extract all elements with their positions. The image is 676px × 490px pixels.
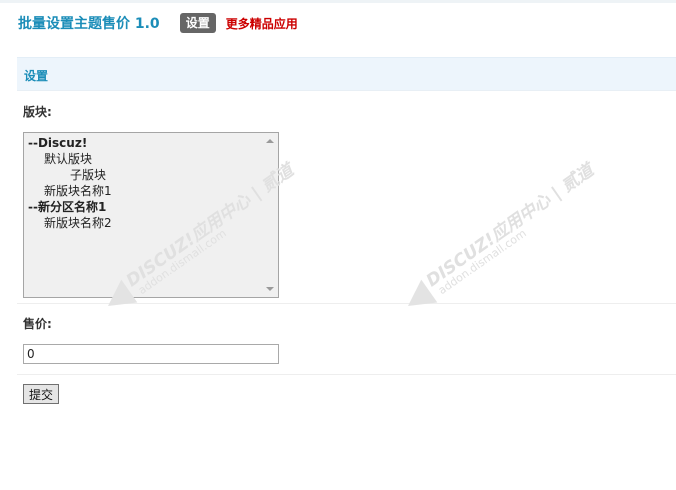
forum-select[interactable]: --Discuz! 默认版块 子版块 新版块名称1 --新分区名称1 新版块名称… [23, 132, 279, 298]
listbox-scrollbar[interactable] [262, 133, 278, 297]
watermark: DISCUZ!应用中心 | 贰道 addon.dismall.com [378, 143, 602, 337]
forum-option[interactable]: 默认版块 [24, 151, 262, 167]
forum-options: --Discuz! 默认版块 子版块 新版块名称1 --新分区名称1 新版块名称… [24, 135, 262, 231]
forum-option[interactable]: 子版块 [24, 167, 262, 183]
forum-option[interactable]: --新分区名称1 [24, 199, 262, 215]
divider [17, 374, 676, 375]
top-border [0, 0, 676, 3]
forum-option[interactable]: 新版块名称1 [24, 183, 262, 199]
scroll-down-arrow-icon[interactable] [266, 287, 274, 291]
price-label: 售价: [23, 317, 52, 331]
forum-option[interactable]: --Discuz! [24, 135, 262, 151]
app-title: 批量设置主题售价 1.0 [18, 16, 160, 32]
watermark-arrow-icon [399, 279, 438, 318]
header: 批量设置主题售价 1.0 设置 更多精品应用 [18, 12, 298, 34]
divider [17, 303, 676, 304]
tab-settings[interactable]: 设置 [179, 13, 216, 33]
watermark-text: DISCUZ!应用中心 | 贰道 [422, 160, 598, 292]
forum-label: 版块: [23, 105, 52, 119]
section-title: 设置 [24, 69, 49, 83]
section-header: 设置 [17, 57, 676, 91]
price-input[interactable] [23, 344, 279, 364]
watermark-url: addon.dismall.com [435, 226, 529, 298]
scroll-up-arrow-icon[interactable] [266, 139, 274, 143]
forum-option[interactable]: 新版块名称2 [24, 215, 262, 231]
submit-button[interactable]: 提交 [23, 384, 59, 404]
more-apps-link[interactable]: 更多精品应用 [226, 15, 298, 32]
